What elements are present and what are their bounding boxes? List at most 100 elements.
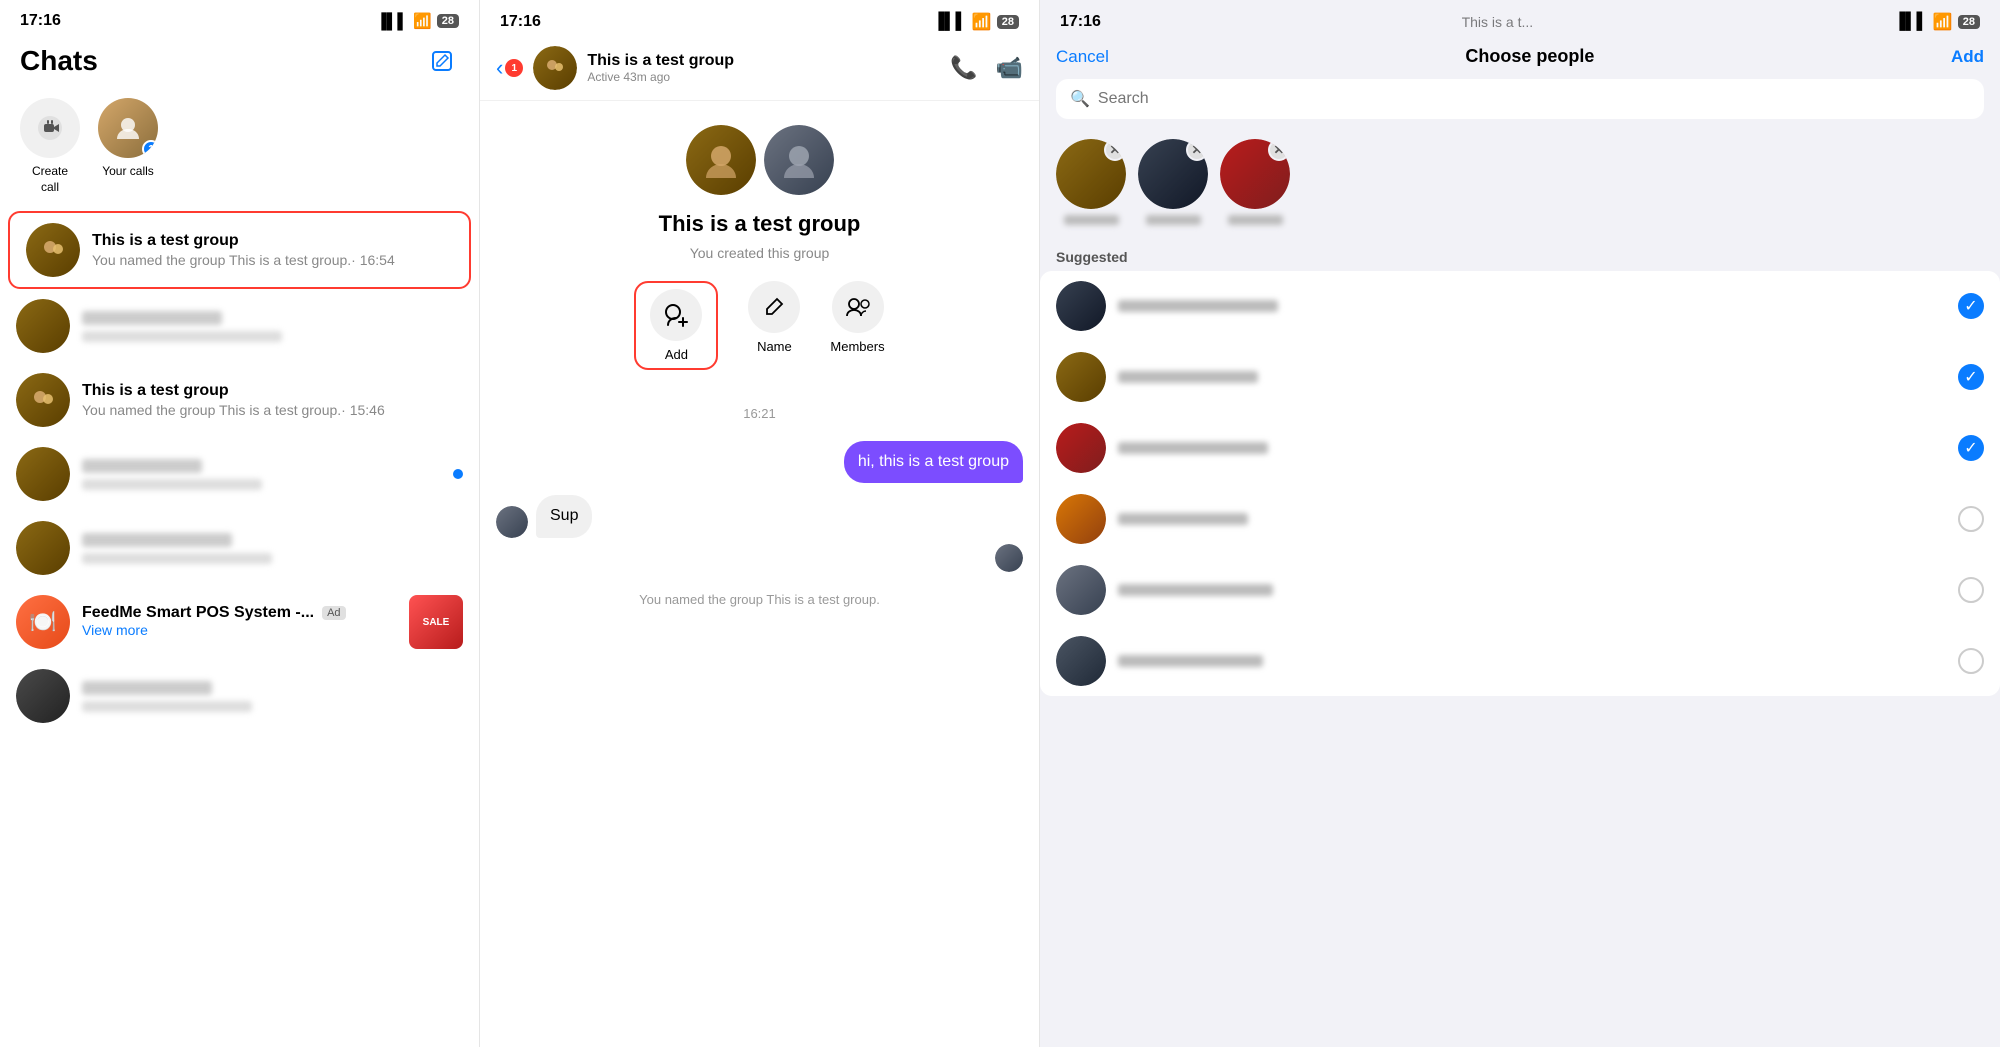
partial-title: This is a t... [1462, 14, 1534, 30]
outgoing-message-1: hi, this is a test group [496, 441, 1023, 483]
selected-person-1[interactable]: ✕ [1056, 139, 1126, 225]
selected-avatar-3: ✕ [1220, 139, 1290, 209]
battery-panel1: 28 [437, 14, 459, 28]
group-avatar-large-1 [686, 125, 756, 195]
chat-avatar-2 [16, 299, 70, 353]
group-action-name[interactable]: Name [748, 281, 800, 370]
check-circle-4[interactable] [1958, 506, 1984, 532]
your-calls-action[interactable]: 1 Your calls [98, 98, 158, 180]
name-label: Name [757, 339, 792, 354]
chats-panel: 17:16 ▐▌▌ 📶 28 Chats [0, 0, 480, 1047]
phone-icon[interactable]: 📞 [950, 55, 977, 81]
chat-content-feedme: FeedMe Smart POS System -... Ad View mor… [82, 604, 397, 640]
person-name-5 [1118, 584, 1946, 596]
chat-name-1: This is a test group [92, 232, 239, 249]
chat-name-3: This is a test group [82, 382, 229, 399]
feedme-name: FeedMe Smart POS System -... [82, 604, 314, 622]
remove-badge-2[interactable]: ✕ [1186, 139, 1208, 161]
battery-panel3: 28 [1958, 15, 1980, 29]
chat-content-7 [82, 681, 463, 712]
chat-header-info: This is a test group Active 43m ago [587, 52, 940, 84]
search-input[interactable] [1098, 90, 1970, 108]
calls-notification: 1 [142, 140, 158, 158]
remove-badge-1[interactable]: ✕ [1104, 139, 1126, 161]
group-action-add[interactable]: Add [634, 281, 718, 370]
chat-avatar-5 [16, 521, 70, 575]
remove-badge-3[interactable]: ✕ [1268, 139, 1290, 161]
search-icon: 🔍 [1070, 89, 1090, 109]
chat-item-2[interactable] [0, 289, 479, 363]
person-name-4 [1118, 513, 1946, 525]
incoming-avatar-sup [496, 506, 528, 538]
video-icon[interactable]: 📹 [996, 55, 1023, 81]
chats-title: Chats [20, 45, 98, 77]
person-name-1 [1118, 300, 1946, 312]
quick-actions: Createcall 1 Your calls [0, 90, 479, 211]
chat-header-actions: 📞 📹 [950, 55, 1023, 81]
selected-name-2 [1146, 215, 1201, 225]
person-item-4[interactable] [1040, 484, 2000, 554]
check-circle-2[interactable]: ✓ [1958, 364, 1984, 390]
choose-people-panel: 17:16 This is a t... ▐▌▌ 📶 28 Cancel Cho… [1040, 0, 2000, 1047]
ad-badge: Ad [322, 606, 345, 620]
members-circle [832, 281, 884, 333]
cancel-button[interactable]: Cancel [1056, 47, 1109, 67]
person-item-3[interactable]: ✓ [1040, 413, 2000, 483]
suggested-group: ✓ ✓ ✓ [1040, 271, 2000, 696]
create-call-label: Createcall [32, 164, 68, 195]
person-avatar-4 [1056, 494, 1106, 544]
selected-person-2[interactable]: ✕ [1138, 139, 1208, 225]
timestamp-1621: 16:21 [496, 406, 1023, 421]
system-message-renamed: You named the group This is a test group… [516, 592, 1003, 607]
status-icons-panel2: ▐▌▌ 📶 28 [933, 12, 1019, 32]
add-button[interactable]: Add [1951, 47, 1984, 67]
chat-avatar-group1 [26, 223, 80, 277]
your-calls-label: Your calls [102, 164, 154, 180]
chat-item-4[interactable] [0, 437, 479, 511]
suggested-people-list: ✓ ✓ ✓ [1040, 271, 2000, 1047]
chat-item-7[interactable] [0, 659, 479, 733]
suggested-label: Suggested [1040, 241, 2000, 271]
selected-name-3 [1228, 215, 1283, 225]
wifi-icon: 📶 [413, 12, 432, 30]
status-icons-panel3: ▐▌▌ 📶 28 [1894, 12, 1980, 32]
chat-item-test-group-2[interactable]: This is a test group You named the group… [0, 363, 479, 437]
back-button[interactable]: ‹ 1 [496, 55, 523, 81]
check-circle-6[interactable] [1958, 648, 1984, 674]
selected-person-3[interactable]: ✕ [1220, 139, 1290, 225]
chat-content-1: This is a test group You named the group… [92, 232, 453, 268]
create-call-action[interactable]: Createcall [20, 98, 80, 195]
person-name-6 [1118, 655, 1946, 667]
person-avatar-6 [1056, 636, 1106, 686]
person-item-5[interactable] [1040, 555, 2000, 625]
create-call-circle [20, 98, 80, 158]
selected-avatar-1: ✕ [1056, 139, 1126, 209]
chat-conversation-panel: 17:16 ▐▌▌ 📶 28 ‹ 1 This is a test group … [480, 0, 1040, 1047]
check-circle-5[interactable] [1958, 577, 1984, 603]
person-item-1[interactable]: ✓ [1040, 271, 2000, 341]
group-action-members[interactable]: Members [830, 281, 884, 370]
check-circle-1[interactable]: ✓ [1958, 293, 1984, 319]
edit-icon[interactable] [425, 44, 459, 78]
seen-avatar [995, 544, 1023, 572]
person-item-2[interactable]: ✓ [1040, 342, 2000, 412]
chat-item-5[interactable] [0, 511, 479, 585]
check-circle-3[interactable]: ✓ [1958, 435, 1984, 461]
chevron-left-icon: ‹ [496, 55, 503, 81]
chat-item-test-group-1[interactable]: This is a test group You named the group… [8, 211, 471, 289]
chat-avatar-4 [16, 447, 70, 501]
chat-header: ‹ 1 This is a test group Active 43m ago … [480, 38, 1039, 101]
person-item-6[interactable] [1040, 626, 2000, 696]
people-header: Cancel Choose people Add [1040, 38, 2000, 79]
chat-item-feedme[interactable]: 🍽️ FeedMe Smart POS System -... Ad View … [0, 585, 479, 659]
members-label: Members [830, 339, 884, 354]
group-avatars [686, 125, 834, 195]
your-calls-avatar: 1 [98, 98, 158, 158]
selected-people-row: ✕ ✕ ✕ [1040, 131, 2000, 241]
status-bar-panel3: 17:16 This is a t... ▐▌▌ 📶 28 [1040, 0, 2000, 38]
feedme-avatar: 🍽️ [16, 595, 70, 649]
time-panel3: 17:16 [1060, 13, 1101, 31]
time-panel1: 17:16 [20, 12, 61, 30]
selected-name-1 [1064, 215, 1119, 225]
view-more-link[interactable]: View more [82, 622, 148, 638]
